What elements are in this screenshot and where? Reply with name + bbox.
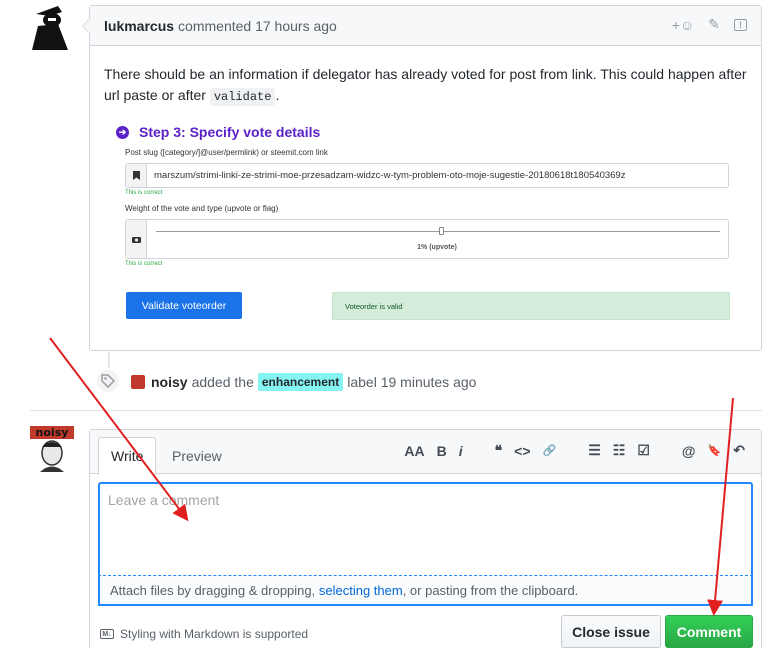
new-comment-form: Write Preview AA B i ❝ <> 🔗 ☰ ☷ ☑ @ 🔖 ↶ … <box>89 429 762 648</box>
avatar-text: noisy <box>30 426 74 439</box>
slider-thumb <box>439 227 444 235</box>
comment-actions: +☺ ✎ ! <box>672 16 747 33</box>
slug-valid-text: This is correct <box>125 190 163 196</box>
tab-write[interactable]: Write <box>98 437 157 475</box>
bullet-list-icon[interactable]: ☰ <box>588 442 601 459</box>
avatar[interactable]: noisy <box>30 426 74 472</box>
link-icon[interactable]: 🔗 <box>543 444 557 457</box>
comment-header: lukmarcus commented 17 hours ago +☺ ✎ ! <box>90 6 761 46</box>
slider-track <box>156 231 720 232</box>
comment-code: validate <box>209 88 276 106</box>
comment-arrow <box>82 18 90 34</box>
report-icon[interactable]: ! <box>734 18 747 31</box>
comment-text: There should be an information if delega… <box>104 66 747 103</box>
close-issue-button[interactable]: Close issue <box>561 615 661 648</box>
divider <box>30 410 762 411</box>
timeline-line <box>108 352 110 368</box>
comment-textarea[interactable]: Leave a comment <box>98 482 753 576</box>
weight-label: Weight of the vote and type (upvote or f… <box>125 204 279 213</box>
edit-icon[interactable]: ✎ <box>708 16 720 33</box>
attach-text-end: , or pasting from the clipboard. <box>402 582 579 598</box>
label-event: noisy added the enhancement label 19 min… <box>131 373 476 391</box>
comment-body: There should be an information if delega… <box>90 46 761 126</box>
event-text: added the <box>191 374 254 390</box>
weight-slider-group: 1% (upvote) <box>125 219 729 259</box>
step-title-text: Step 3: Specify vote details <box>139 124 321 140</box>
markdown-note-text[interactable]: Styling with Markdown is supported <box>120 627 308 641</box>
weight-value: 1% (upvote) <box>417 244 457 251</box>
camera-icon <box>126 220 147 258</box>
markdown-note: M↓ Styling with Markdown is supported <box>100 627 308 641</box>
step-title: ➔ Step 3: Specify vote details <box>116 124 732 140</box>
valid-alert: Voteorder is valid <box>332 292 730 320</box>
arrow-circle-icon: ➔ <box>116 125 129 139</box>
quote-icon[interactable]: ❝ <box>495 442 503 459</box>
label-badge[interactable]: enhancement <box>257 373 344 391</box>
comment: lukmarcus commented 17 hours ago +☺ ✎ ! … <box>82 5 762 351</box>
embedded-screenshot: ➔ Step 3: Specify vote details Post slug… <box>112 124 732 267</box>
markdown-toolbar: AA B i ❝ <> 🔗 ☰ ☷ ☑ @ 🔖 ↶ <box>404 442 745 459</box>
avatar[interactable] <box>131 375 145 389</box>
italic-icon[interactable]: i <box>459 443 463 459</box>
tab-preview[interactable]: Preview <box>160 437 234 475</box>
task-list-icon[interactable]: ☑ <box>637 442 650 459</box>
comment-button[interactable]: Comment <box>665 615 753 648</box>
saved-reply-icon[interactable]: 🔖 <box>708 444 722 457</box>
bold-icon[interactable]: B <box>437 443 447 459</box>
event-actor[interactable]: noisy <box>151 374 188 390</box>
comment-meta[interactable]: commented 17 hours ago <box>178 18 337 34</box>
slug-value: marszum/strimi-linki-ze-strimi-moe-przes… <box>154 170 626 181</box>
code-icon[interactable]: <> <box>514 443 530 459</box>
mention-icon[interactable]: @ <box>682 443 696 459</box>
attach-text: Attach files by dragging & dropping, <box>110 582 316 598</box>
header-icon[interactable]: AA <box>404 443 424 459</box>
numbered-list-icon[interactable]: ☷ <box>613 442 626 459</box>
bookmark-icon <box>126 164 147 187</box>
weight-valid-text: This is correct <box>125 261 163 267</box>
slug-label: Post slug ([category/]@user/permlink) or… <box>125 148 328 157</box>
comment-author[interactable]: lukmarcus <box>104 18 174 34</box>
comment-text-end: . <box>275 87 280 103</box>
select-files-link[interactable]: selecting them <box>319 583 403 598</box>
attach-files-bar[interactable]: Attach files by dragging & dropping, sel… <box>98 576 753 606</box>
tag-icon <box>95 368 121 394</box>
avatar[interactable] <box>28 4 70 50</box>
form-header: Write Preview AA B i ❝ <> 🔗 ☰ ☷ ☑ @ 🔖 ↶ <box>90 430 761 475</box>
reply-icon[interactable]: ↶ <box>733 442 745 459</box>
event-text-end: label 19 minutes ago <box>347 374 477 390</box>
add-reaction-icon[interactable]: +☺ <box>672 17 694 33</box>
slug-input-group: marszum/strimi-linki-ze-strimi-moe-przes… <box>125 163 729 188</box>
markdown-icon: M↓ <box>100 629 114 639</box>
validate-button: Validate voteorder <box>126 292 242 319</box>
